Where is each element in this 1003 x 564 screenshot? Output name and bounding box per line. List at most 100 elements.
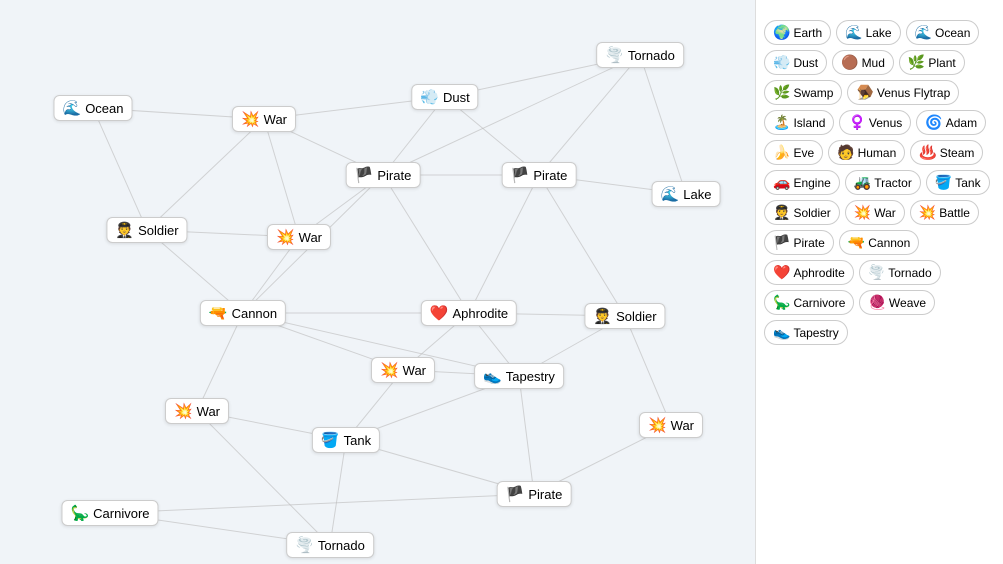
node-cannon[interactable]: 🔫 Cannon [200,300,286,326]
node-tornado1[interactable]: 🌪️Tornado [596,42,684,68]
node-ocean[interactable]: 🌊Ocean [54,95,133,121]
node-pirate1[interactable]: 🏴Pirate [346,162,421,188]
node-war5[interactable]: 💥War [639,412,703,438]
sidebar-tag-lake[interactable]: 🌊Lake [836,20,900,45]
tag-label: Adam [946,116,977,130]
tag-label: Island [793,116,825,130]
node-label-war5: War [671,418,694,433]
sidebar-tag-war[interactable]: 💥War [845,200,905,225]
node-war1[interactable]: 💥 War [232,106,296,132]
node-icon-war2: 💥 [276,228,295,246]
sidebar-tag-carnivore[interactable]: 🦕Carnivore [764,290,854,315]
sidebar-tag-mud[interactable]: 🟤Mud [832,50,894,75]
sidebar-tag-weave[interactable]: 🧶Weave [859,290,935,315]
node-label-war1: War [264,112,287,127]
node-tapestry1[interactable]: 👟Tapestry [474,363,564,389]
sidebar-tag-swamp[interactable]: 🌿Swamp [764,80,842,105]
tag-icon: 🦕 [773,294,790,311]
node-icon-war3: 💥 [380,361,399,379]
sidebar-tag-tapestry[interactable]: 👟Tapestry [764,320,848,345]
node-label-cannon: Cannon [232,306,278,321]
sidebar-tag-pirate[interactable]: 🏴Pirate [764,230,834,255]
sidebar-tag-plant[interactable]: 🌿Plant [899,50,965,75]
tag-icon: ♀️ [848,114,865,131]
node-soldier2[interactable]: 🧑‍✈️Soldier [584,303,665,329]
node-icon-war1: 💥 [241,110,260,128]
tag-label: Human [858,146,897,160]
sidebar-tag-cannon[interactable]: 🔫Cannon [839,230,919,255]
node-aphrodite[interactable]: ❤️Aphrodite [421,300,517,326]
node-tornado2[interactable]: 🌪️Tornado [286,532,374,558]
sidebar-tag-dust[interactable]: 💨Dust [764,50,827,75]
node-dust[interactable]: 💨Dust [411,84,478,110]
tag-label: Ocean [935,26,970,40]
node-war3[interactable]: 💥War [371,357,435,383]
sidebar-tag-venus-flytrap[interactable]: 🪤Venus Flytrap [847,80,959,105]
sidebar-tag-tank[interactable]: 🪣Tank [926,170,990,195]
tag-label: Pirate [793,236,824,250]
tag-icon: 🌿 [908,54,925,71]
sidebar-tags: 🌍Earth🌊Lake🌊Ocean💨Dust🟤Mud🌿Plant🌿Swamp🪤V… [764,20,995,345]
tag-label: Tank [955,176,980,190]
sidebar-tag-battle[interactable]: 💥Battle [910,200,979,225]
tag-icon: 🏝️ [773,114,790,131]
tag-icon: ♨️ [919,144,936,161]
sidebar-tag-soldier[interactable]: 🧑‍✈️Soldier [764,200,840,225]
node-pirate3[interactable]: 🏴Pirate [497,481,572,507]
node-icon-soldier1: 🧑‍✈️ [115,221,134,239]
node-label-ocean: Ocean [85,101,123,116]
node-war2[interactable]: 💥War [267,224,331,250]
node-pirate2[interactable]: 🏴Pirate [502,162,577,188]
node-lake[interactable]: 🌊Lake [652,181,721,207]
node-carnivore[interactable]: 🦕Carnivore [61,500,158,526]
tag-icon: ❤️ [773,264,790,281]
tag-label: Tornado [888,266,931,280]
node-tank[interactable]: 🪣Tank [312,427,380,453]
node-icon-cannon: 🔫 [209,304,228,322]
sidebar-tag-engine[interactable]: 🚗Engine [764,170,840,195]
sidebar: 🌍Earth🌊Lake🌊Ocean💨Dust🟤Mud🌿Plant🌿Swamp🪤V… [755,0,1003,564]
node-icon-soldier2: 🧑‍✈️ [593,307,612,325]
sidebar-tag-earth[interactable]: 🌍Earth [764,20,831,45]
node-icon-pirate2: 🏴 [511,166,530,184]
sidebar-tag-tractor[interactable]: 🚜Tractor [845,170,921,195]
sidebar-title [764,8,995,20]
sidebar-tag-adam[interactable]: 🌀 Adam [916,110,986,135]
tag-label: Battle [939,206,970,220]
tag-label: Dust [793,56,818,70]
node-icon-dust: 💨 [420,88,439,106]
tag-label: Aphrodite [793,266,844,280]
node-soldier1[interactable]: 🧑‍✈️Soldier [106,217,187,243]
tag-label: War [874,206,896,220]
node-icon-war4: 💥 [174,402,193,420]
tag-label: Steam [940,146,975,160]
sidebar-tag-aphrodite[interactable]: ❤️Aphrodite [764,260,854,285]
node-war4[interactable]: 💥 War [165,398,229,424]
sidebar-tag-island[interactable]: 🏝️Island [764,110,834,135]
tag-label: Cannon [868,236,910,250]
tag-label: Carnivore [793,296,845,310]
tag-label: Tractor [874,176,912,190]
node-icon-ocean: 🌊 [63,99,82,117]
tag-icon: 🌊 [915,24,932,41]
tag-icon: 🌪️ [868,264,885,281]
sidebar-tag-human[interactable]: 🧑Human [828,140,905,165]
node-label-tornado2: Tornado [318,538,365,553]
node-icon-tornado1: 🌪️ [605,46,624,64]
sidebar-tag-venus[interactable]: ♀️Venus [839,110,911,135]
node-label-pirate1: Pirate [377,168,411,183]
tag-icon: 🧶 [868,294,885,311]
tag-icon: 🚗 [773,174,790,191]
sidebar-tag-tornado[interactable]: 🌪️Tornado [859,260,941,285]
sidebar-tag-steam[interactable]: ♨️ Steam [910,140,983,165]
tag-icon: 🪤 [856,84,873,101]
tag-icon: 🌿 [773,84,790,101]
node-label-war4: War [197,404,220,419]
sidebar-tag-eve[interactable]: 🍌Eve [764,140,823,165]
node-icon-pirate3: 🏴 [506,485,525,503]
graph-area: 🌪️Tornado💨Dust🌊Ocean💥War🏴Pirate🏴Pirate🌊L… [0,0,755,564]
tag-icon: 🌀 [925,114,942,131]
node-label-lake: Lake [683,187,711,202]
tag-label: Tapestry [793,326,838,340]
sidebar-tag-ocean[interactable]: 🌊Ocean [906,20,980,45]
